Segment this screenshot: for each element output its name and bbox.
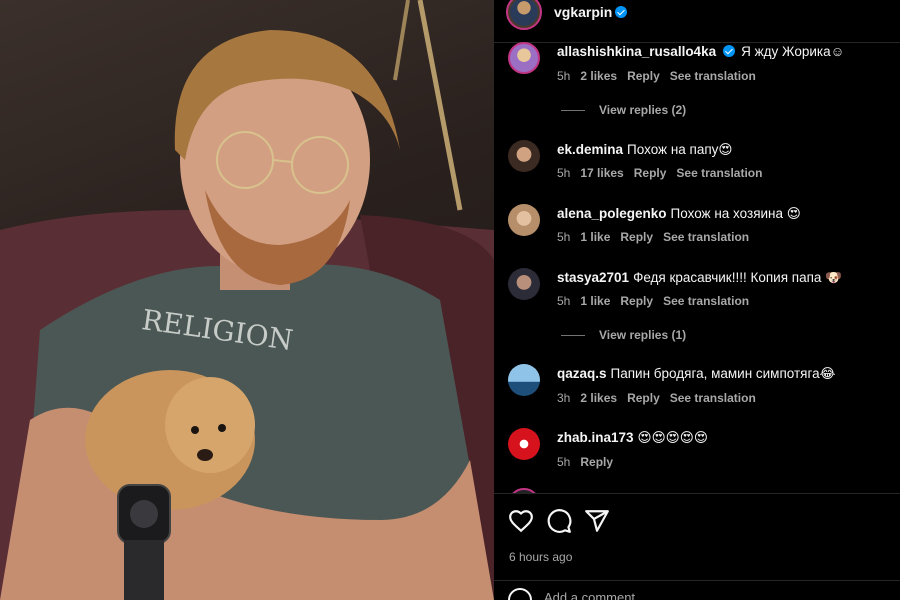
comments-panel: vgkarpin allashishkina_rusallo4ka Я жду Ж…: [494, 0, 900, 600]
likes-count[interactable]: 2 likes: [580, 391, 617, 405]
comment-icon[interactable]: [546, 508, 572, 534]
emoji-icon[interactable]: [508, 588, 532, 600]
see-translation-button[interactable]: See translation: [670, 391, 756, 405]
comment-username[interactable]: alena_polegenko: [557, 206, 667, 221]
add-comment-bar[interactable]: Add a comment...: [494, 580, 900, 600]
heart-icon[interactable]: [508, 508, 534, 534]
verified-badge-icon: [723, 45, 736, 57]
comment-text: Федя красавчик!!!! Копия папа 🐶: [633, 270, 842, 285]
comment-username[interactable]: ek.demina: [557, 142, 623, 157]
comment-username[interactable]: stasya2701: [557, 270, 629, 285]
reply-button[interactable]: Reply: [620, 294, 653, 308]
reply-button[interactable]: Reply: [580, 455, 613, 469]
author-username[interactable]: vgkarpin: [554, 4, 628, 20]
view-replies-button[interactable]: View replies (1): [561, 328, 686, 342]
author-avatar[interactable]: [506, 0, 542, 30]
reply-button[interactable]: Reply: [627, 391, 660, 405]
commenter-avatar[interactable]: [508, 364, 540, 396]
comment-text: Папин бродяга, мамин симпотяга😂: [610, 366, 836, 381]
commenter-avatar[interactable]: [508, 204, 540, 236]
comment-time: 5h: [557, 166, 571, 180]
see-translation-button[interactable]: See translation: [663, 294, 749, 308]
comment-time: 5h: [557, 230, 571, 244]
likes-count[interactable]: 17 likes: [580, 166, 623, 180]
add-comment-input[interactable]: Add a comment...: [544, 590, 646, 600]
commenter-avatar[interactable]: [508, 428, 540, 460]
comment-time: 5h: [557, 294, 571, 308]
commenter-avatar[interactable]: [508, 42, 540, 74]
likes-count[interactable]: 1 like: [580, 230, 610, 244]
likes-count[interactable]: 2 likes: [580, 69, 617, 83]
see-translation-button[interactable]: See translation: [670, 69, 756, 83]
view-replies-button[interactable]: View replies (2): [561, 103, 686, 117]
share-icon[interactable]: [584, 508, 610, 534]
post-actions: 6 hours ago Add a comment...: [494, 493, 900, 600]
comment-time: 5h: [557, 455, 571, 469]
comment-text: Похож на папу😍: [627, 142, 733, 157]
verified-badge-icon: [615, 6, 628, 18]
comment-text: Похож на хозяина 😍: [670, 206, 801, 221]
commenter-avatar[interactable]: [508, 140, 540, 172]
comment-username[interactable]: zhab.ina173: [557, 430, 634, 445]
comment-username[interactable]: qazaq.s: [557, 366, 607, 381]
comment-text: 😍😍😍😍😍: [637, 430, 708, 445]
reply-button[interactable]: Reply: [634, 166, 667, 180]
likes-count[interactable]: 1 like: [580, 294, 610, 308]
post-time: 6 hours ago: [509, 550, 573, 564]
reply-button[interactable]: Reply: [627, 69, 660, 83]
comment-time: 5h: [557, 69, 571, 83]
post-header: vgkarpin: [494, 0, 900, 43]
post-photo: RELIGION: [0, 0, 494, 600]
commenter-avatar[interactable]: [508, 268, 540, 300]
reply-button[interactable]: Reply: [620, 230, 653, 244]
see-translation-button[interactable]: See translation: [663, 230, 749, 244]
see-translation-button[interactable]: See translation: [676, 166, 762, 180]
comment-text: Я жду Жорика☺: [741, 44, 845, 59]
comment-username[interactable]: allashishkina_rusallo4ka: [557, 44, 716, 59]
comment-time: 3h: [557, 391, 571, 405]
